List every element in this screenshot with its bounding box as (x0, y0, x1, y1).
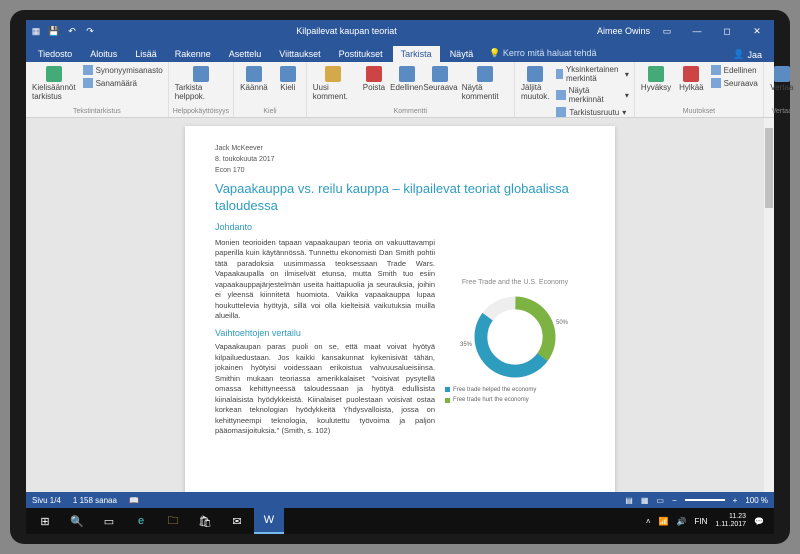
tab-asettelu[interactable]: Asettelu (221, 46, 270, 62)
zoom-in-button[interactable]: + (733, 496, 738, 505)
tab-lisaa[interactable]: Lisää (127, 46, 165, 62)
share-button[interactable]: 👤 Jaa (725, 47, 770, 62)
undo-icon[interactable]: ↶ (66, 25, 78, 37)
zoom-level[interactable]: 100 % (745, 496, 768, 505)
reviewing-pane-button[interactable]: Tarkistusruutu ▾ (555, 106, 630, 118)
tab-tiedosto[interactable]: Tiedosto (30, 46, 80, 62)
heading-compare: Vaihtoehtojen vertailu (215, 327, 435, 340)
next-comment-button[interactable]: Seuraava (425, 64, 455, 94)
zoom-slider[interactable] (685, 499, 725, 501)
view-web-icon[interactable]: ▭ (656, 496, 664, 505)
view-read-icon[interactable]: ▤ (625, 496, 633, 505)
mail-icon[interactable]: ✉ (222, 508, 252, 534)
tab-viittaukset[interactable]: Viittaukset (271, 46, 328, 62)
tray-up-icon[interactable]: ˄ (646, 517, 651, 526)
new-comment-button[interactable]: Uusi komment. (311, 64, 356, 103)
doc-date: 8. toukokuuta 2017 (215, 155, 585, 165)
track-changes-button[interactable]: Jäljitä muutok. (519, 64, 551, 103)
heading-intro: Johdanto (215, 221, 585, 234)
language-button[interactable]: Kieli (274, 64, 302, 94)
tab-tarkista[interactable]: Tarkista (393, 46, 440, 62)
legend-item: Free trade helped the economy (445, 386, 585, 394)
ribbon-tabs: Tiedosto Aloitus Lisää Rakenne Asettelu … (26, 42, 774, 62)
user-name[interactable]: Aimee Owins (597, 26, 650, 36)
tab-aloitus[interactable]: Aloitus (82, 46, 125, 62)
reject-button[interactable]: Hylkää (677, 64, 705, 94)
group-label: Helppokäyttöisyys (173, 107, 229, 115)
zoom-out-button[interactable]: − (672, 496, 677, 505)
word-count-button[interactable]: Sanamäärä (82, 77, 164, 89)
page-indicator[interactable]: Sivu 1/4 (32, 496, 61, 505)
doc-author: Jack McKeever (215, 144, 585, 154)
ribbon: Kielisäännöt tarkistus Synonyymisanasto … (26, 62, 774, 118)
windows-taskbar: ⊞ 🔍 ▭ e 🗀 🛍 ✉ W ˄ 📶 🔊 FIN 11.231.11.2017… (26, 508, 774, 534)
word-app-icon: ▦ (30, 25, 42, 37)
doc-course: Econ 170 (215, 166, 585, 176)
next-change-button[interactable]: Seuraava (710, 77, 759, 89)
tab-postitukset[interactable]: Postitukset (331, 46, 391, 62)
language-indicator[interactable]: FIN (695, 517, 708, 526)
chart-value: 35% (460, 341, 472, 349)
redo-icon[interactable]: ↷ (84, 25, 96, 37)
doc-title: Vapaakauppa vs. reilu kauppa – kilpailev… (215, 181, 585, 215)
delete-comment-button[interactable]: Poista (360, 64, 388, 94)
edge-icon[interactable]: e (126, 508, 156, 534)
accessibility-button[interactable]: Tarkista helppok. (173, 64, 229, 103)
document-area: Jack McKeever 8. toukokuuta 2017 Econ 17… (26, 118, 774, 492)
window-title: Kilpailevat kaupan teoriat (96, 26, 597, 36)
prev-comment-button[interactable]: Edellinen (392, 64, 421, 94)
word-count[interactable]: 1 158 sanaa (73, 496, 117, 505)
compare-button[interactable]: Vertaa (768, 64, 796, 94)
store-icon[interactable]: 🛍 (190, 508, 220, 534)
group-label: Kommentti (311, 107, 510, 115)
accept-button[interactable]: Hyväksy (639, 64, 673, 94)
save-icon[interactable]: 💾 (48, 25, 60, 37)
task-view-icon[interactable]: ▭ (94, 508, 124, 534)
translate-button[interactable]: Käännä (238, 64, 270, 94)
donut-chart: 50% 35% (470, 292, 560, 382)
group-label: Kieli (238, 107, 302, 115)
minimize-button[interactable]: — (684, 22, 710, 40)
thesaurus-button[interactable]: Synonyymisanasto (82, 64, 164, 76)
maximize-button[interactable]: ◻ (714, 22, 740, 40)
word-taskbar-icon[interactable]: W (254, 508, 284, 534)
document-page[interactable]: Jack McKeever 8. toukokuuta 2017 Econ 17… (185, 126, 615, 492)
chart-value: 50% (556, 319, 568, 327)
paragraph: Monien teorioiden tapaan vapaakaupan teo… (215, 238, 435, 322)
prev-change-button[interactable]: Edellinen (710, 64, 759, 76)
spellcheck-button[interactable]: Kielisäännöt tarkistus (30, 64, 78, 103)
tab-nayta[interactable]: Näytä (442, 46, 482, 62)
close-button[interactable]: ✕ (744, 22, 770, 40)
tab-rakenne[interactable]: Rakenne (167, 46, 219, 62)
network-icon[interactable]: 📶 (659, 517, 669, 526)
show-comments-button[interactable]: Näytä kommentit (460, 64, 510, 103)
scroll-thumb[interactable] (765, 128, 773, 208)
status-bar: Sivu 1/4 1 158 sanaa 📖 ▤ ▦ ▭ − + 100 % (26, 492, 774, 508)
ribbon-options-icon[interactable]: ▭ (654, 22, 680, 40)
start-button[interactable]: ⊞ (30, 508, 60, 534)
title-bar: ▦ 💾 ↶ ↷ Kilpailevat kaupan teoriat Aimee… (26, 20, 774, 42)
show-markup-button[interactable]: Näytä merkinnät ▾ (555, 85, 630, 105)
tell-me-field[interactable]: 💡 Kerro mitä haluat tehdä (483, 45, 602, 62)
explorer-icon[interactable]: 🗀 (158, 508, 188, 534)
notifications-icon[interactable]: 💬 (754, 517, 764, 526)
group-label: Tekstintarkistus (30, 107, 164, 115)
paragraph: Vapaakaupan paras puoli on se, että maat… (215, 342, 435, 437)
volume-icon[interactable]: 🔊 (677, 517, 687, 526)
legend-item: Free trade hurt the economy (445, 396, 585, 404)
markup-dropdown[interactable]: Yksinkertainen merkintä ▾ (555, 64, 630, 84)
view-print-icon[interactable]: ▦ (641, 496, 649, 505)
chart-title: Free Trade and the U.S. Economy (445, 278, 585, 288)
group-label: Muutokset (639, 107, 759, 115)
vertical-scrollbar[interactable] (764, 118, 774, 492)
clock[interactable]: 11.231.11.2017 (715, 513, 746, 528)
proofing-icon[interactable]: 📖 (129, 496, 139, 505)
search-icon[interactable]: 🔍 (62, 508, 92, 534)
group-label: Vertaa (768, 107, 796, 115)
